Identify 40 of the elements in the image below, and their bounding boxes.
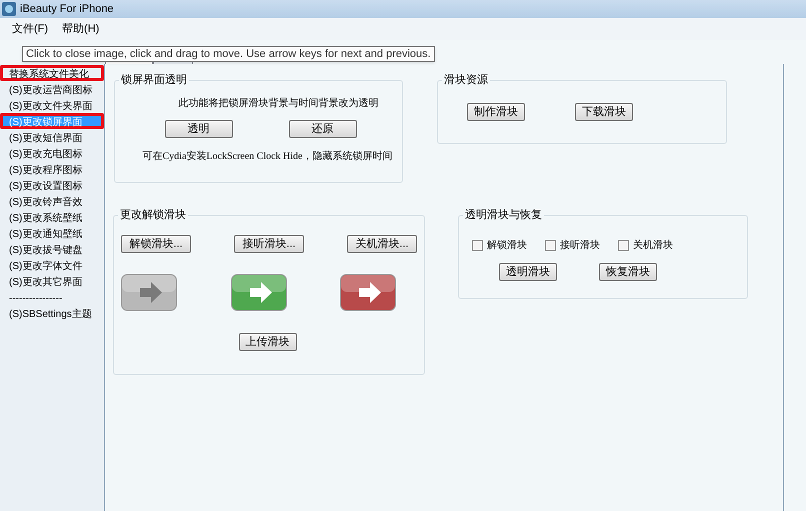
tooltip: Click to close image, click and drag to move. Use arrow keys for next and previous. [22,46,435,62]
group-title: 更改解锁滑块 [118,207,188,223]
sidebar-item[interactable]: 替换系统文件美化 [0,65,104,81]
sidebar-item[interactable]: (S)更改系统壁纸 [0,209,104,225]
sidebar-item[interactable]: (S)更改设置图标 [0,177,104,193]
sidebar-item[interactable]: (S)更改充电图标 [0,145,104,161]
sidebar-item[interactable]: (S)更改拔号键盘 [0,241,104,257]
group-title: 锁屏界面透明 [119,72,189,88]
checkbox[interactable] [472,240,483,251]
sidebar-item[interactable]: (S)更改铃声音效 [0,193,104,209]
sidebar-item[interactable]: (S)SBSettings主题 [0,305,104,321]
menu-item[interactable]: 文件(F) [12,20,48,38]
sidebar-item[interactable]: ---------------- [0,289,104,305]
checkbox-label: 接听滑块 [560,238,600,253]
push-button[interactable]: 制作滑块 [467,103,525,121]
sidebar-item[interactable]: (S)更改程序图标 [0,161,104,177]
push-button[interactable]: 关机滑块... [347,235,417,253]
sidebar-item[interactable]: (S)更改文件夹界面 [0,97,104,113]
description-text: 此功能将把锁屏滑块背景与时间背景改为透明 [178,96,378,111]
checkbox[interactable] [545,240,556,251]
sidebar-item[interactable]: (S)更改字体文件 [0,257,104,273]
push-button[interactable]: 恢复滑块 [599,263,657,281]
app-icon [2,2,16,16]
note-text: 可在Cydia安装LockScreen Clock Hide，隐藏系统锁屏时间 [142,150,392,164]
push-button[interactable]: 上传滑块 [238,333,296,351]
sidebar-item[interactable]: (S)更改运营商图标 [0,81,104,97]
sidebar-item[interactable]: (S)更改其它界面 [0,273,104,289]
push-button[interactable]: 透明 [164,120,232,138]
push-button[interactable]: 透明滑块 [499,263,557,281]
push-button[interactable]: 接听滑块... [234,235,304,253]
checkbox[interactable] [618,240,629,251]
checkbox-label: 关机滑块 [633,238,673,253]
checkbox-label: 解锁滑块 [487,238,527,253]
push-button[interactable]: 下载滑块 [575,103,633,121]
window-title: iBeauty For iPhone [20,2,114,17]
push-button[interactable]: 解锁滑块... [121,235,191,253]
sidebar-item[interactable]: (S)更改通知壁纸 [0,225,104,241]
push-button[interactable]: 还原 [288,120,356,138]
sidebar-item[interactable]: (S)更改短信界面 [0,129,104,145]
menu-item[interactable]: 帮助(H) [62,20,100,38]
